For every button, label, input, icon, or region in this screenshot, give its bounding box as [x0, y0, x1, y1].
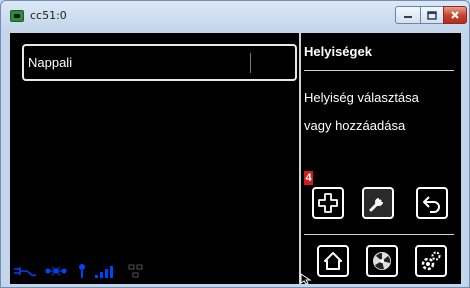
title-bar[interactable]: cc51:0	[1, 1, 469, 33]
home-button[interactable]	[317, 245, 349, 277]
minimize-button[interactable]	[395, 6, 421, 24]
button-row-divider	[304, 234, 454, 235]
signal-bars-icon	[95, 266, 113, 278]
status-bar	[10, 263, 170, 283]
panel-title: Helyiségek	[304, 44, 372, 59]
fan-icon	[373, 252, 391, 270]
close-button[interactable]	[443, 6, 467, 24]
app-icon	[10, 10, 24, 22]
room-name: Nappali	[28, 55, 73, 70]
room-list-item[interactable]: Nappali	[22, 44, 297, 81]
antenna-icon	[79, 264, 85, 278]
ventilation-button[interactable]	[366, 245, 398, 277]
step-badge: 4	[304, 171, 313, 185]
wrench-icon	[369, 198, 383, 212]
app-window: cc51:0 Nappali Helyiségek Helyiség válas…	[0, 0, 470, 288]
mouse-cursor-icon	[300, 273, 312, 284]
close-icon	[451, 11, 459, 19]
title-underline	[304, 70, 454, 71]
settings-button[interactable]	[415, 245, 447, 277]
plus-icon	[318, 193, 338, 213]
panel-description-line2: vagy hozzáadása	[304, 118, 406, 133]
lan-icon	[128, 264, 143, 278]
room-item-divider	[250, 53, 251, 73]
minimize-icon	[404, 16, 412, 18]
panel-description-line1: Helyiség választása	[304, 90, 419, 105]
edit-room-button[interactable]	[362, 187, 394, 219]
panel-divider	[299, 33, 301, 284]
network-icon	[45, 266, 67, 276]
device-screen: Nappali Helyiségek Helyiség választása v…	[10, 33, 461, 284]
home-icon	[324, 252, 342, 270]
back-button[interactable]	[416, 187, 448, 219]
maximize-icon	[427, 10, 437, 20]
add-room-button[interactable]	[312, 187, 344, 219]
settings-icon	[421, 251, 441, 271]
power-icon	[14, 267, 37, 277]
maximize-button[interactable]	[420, 6, 444, 24]
window-title: cc51:0	[30, 9, 67, 22]
back-icon	[423, 196, 440, 213]
